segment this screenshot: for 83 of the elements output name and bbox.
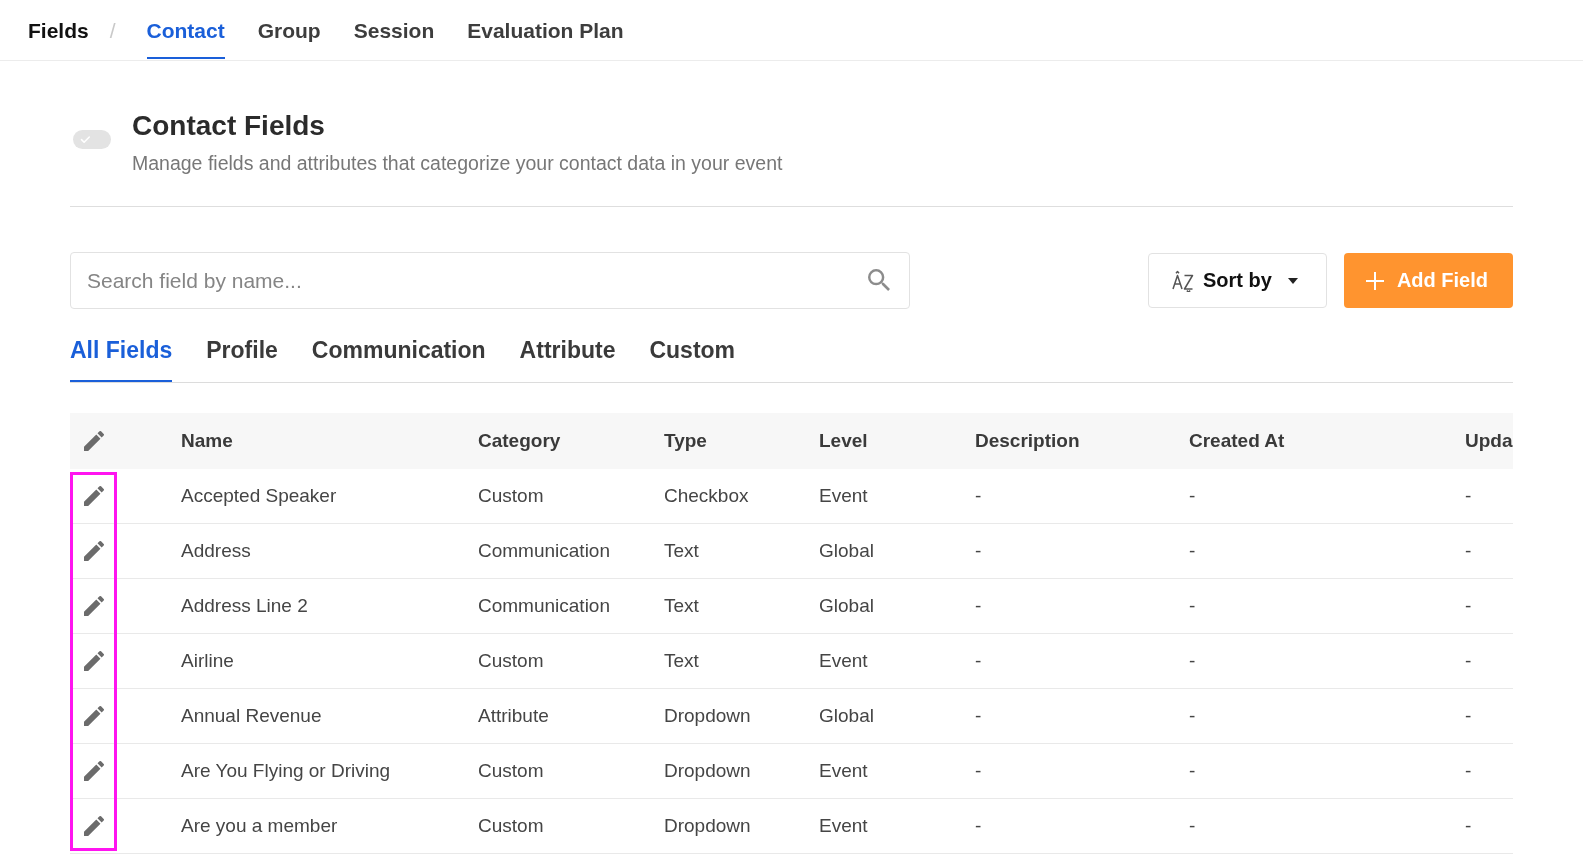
table-cell: - (1189, 540, 1196, 562)
nav-tab[interactable]: Session (353, 0, 435, 59)
breadcrumb-separator: / (109, 18, 116, 44)
table-cell: - (1465, 705, 1472, 727)
search-icon (868, 269, 890, 291)
table-cell: Custom (478, 815, 544, 837)
table-cell: Are you a member (181, 815, 338, 837)
table-cell: - (1189, 705, 1196, 727)
table-cell: Event (819, 760, 868, 782)
table-cell: Event (819, 650, 868, 672)
table-cell: Attribute (478, 705, 549, 727)
table-cell: - (975, 760, 982, 782)
table-cell: Global (819, 595, 874, 617)
table-cell: Dropdown (664, 705, 751, 727)
table-cell: Text (664, 595, 699, 617)
table-cell: - (975, 595, 982, 617)
table-cell: Dropdown (664, 760, 751, 782)
pencil-icon[interactable] (84, 431, 104, 451)
table-cell: - (975, 815, 982, 837)
page-title: Contact Fields (132, 109, 326, 143)
table-cell: Address Line 2 (181, 595, 308, 617)
pencil-icon[interactable] (84, 706, 104, 726)
pencil-icon[interactable] (84, 761, 104, 781)
nav-tab[interactable]: Evaluation Plan (467, 0, 624, 59)
sort-icon (1172, 269, 1194, 292)
column-header: Level (819, 430, 868, 452)
pencil-icon[interactable] (84, 651, 104, 671)
table-cell: Custom (478, 760, 544, 782)
column-header: Category (478, 430, 561, 452)
sort-button[interactable]: Sort by (1148, 253, 1327, 308)
table-cell: Text (664, 540, 699, 562)
category-tab[interactable]: Communication (311, 335, 486, 382)
table-cell: Dropdown (664, 815, 751, 837)
nav-tab[interactable]: Contact (146, 0, 225, 59)
table-cell: - (1465, 760, 1472, 782)
table-cell: Annual Revenue (181, 705, 322, 727)
table-cell: - (1465, 485, 1472, 507)
table-cell: Global (819, 540, 874, 562)
table-cell: - (1189, 760, 1196, 782)
category-tab[interactable]: Custom (649, 335, 736, 382)
table-cell: - (975, 485, 982, 507)
table-cell: - (1189, 815, 1196, 837)
category-tab[interactable]: All Fields (70, 335, 173, 382)
column-header: Upda (1465, 430, 1513, 452)
plus-icon (1365, 271, 1384, 290)
table-cell: Checkbox (664, 485, 749, 507)
pencil-icon[interactable] (84, 541, 104, 561)
category-tab[interactable]: Attribute (519, 335, 616, 382)
pencil-icon[interactable] (84, 486, 104, 506)
table-cell: Airline (181, 650, 234, 672)
caret-icon (1287, 277, 1298, 284)
table-cell: Custom (478, 650, 544, 672)
table-cell: - (1465, 595, 1472, 617)
column-header: Name (181, 430, 233, 452)
column-header: Description (975, 430, 1080, 452)
pencil-icon[interactable] (84, 596, 104, 616)
category-tab[interactable]: Profile (206, 335, 278, 382)
table-cell: - (975, 705, 982, 727)
table-cell: - (1465, 540, 1472, 562)
table-cell: - (1465, 650, 1472, 672)
column-header: Type (664, 430, 707, 452)
table-cell: Communication (478, 595, 610, 617)
table-cell: - (1189, 650, 1196, 672)
column-header: Created At (1189, 430, 1285, 452)
table-cell: - (975, 650, 982, 672)
table-cell: Address (181, 540, 251, 562)
search-field[interactable]: Search field by name... (70, 252, 910, 309)
table-cell: - (1465, 815, 1472, 837)
table-cell: - (1189, 485, 1196, 507)
table-cell: Communication (478, 540, 610, 562)
table-cell: Event (819, 815, 868, 837)
table-cell: Event (819, 485, 868, 507)
breadcrumb-title: Fields (28, 18, 89, 44)
table-cell: Text (664, 650, 699, 672)
table-cell: Custom (478, 485, 544, 507)
pencil-icon[interactable] (84, 816, 104, 836)
table-cell: - (1189, 595, 1196, 617)
nav-tab[interactable]: Group (257, 0, 321, 59)
table-cell: Global (819, 705, 874, 727)
page-subtitle: Manage fields and attributes that categorize your contact data in your event (132, 151, 783, 175)
table-cell: Are You Flying or Driving (181, 760, 391, 782)
table-cell: - (975, 540, 982, 562)
table-cell: Accepted Speaker (181, 485, 337, 507)
